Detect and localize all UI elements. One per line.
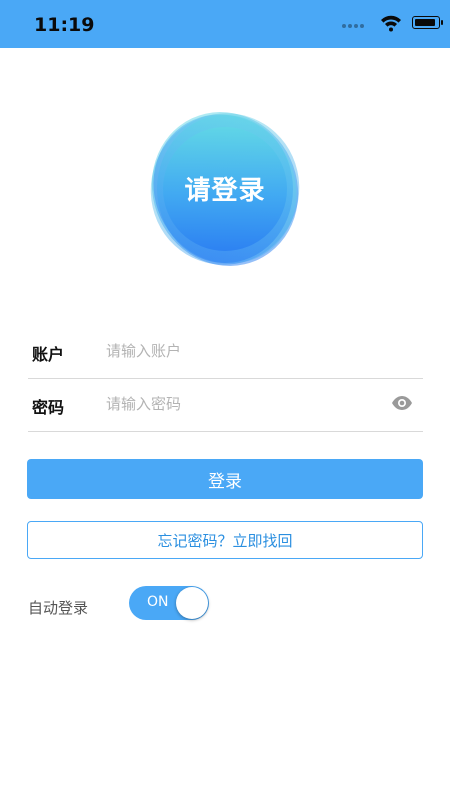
account-label: 账户 xyxy=(32,345,65,364)
login-logo: 请登录 xyxy=(144,106,306,272)
account-input[interactable] xyxy=(106,337,376,365)
wifi-icon xyxy=(381,15,401,32)
status-bar: 11:19 xyxy=(0,0,450,48)
toggle-knob[interactable] xyxy=(176,587,208,619)
logo-title: 请登录 xyxy=(184,176,266,206)
account-row: 账户 xyxy=(28,325,423,379)
battery-icon xyxy=(412,16,443,29)
toggle-state-text: ON xyxy=(147,594,169,610)
login-button[interactable]: 登录 xyxy=(27,459,423,499)
auto-login-toggle[interactable]: ON xyxy=(129,586,209,620)
status-time: 11:19 xyxy=(34,14,95,36)
password-label: 密码 xyxy=(32,398,65,417)
auto-login-label: 自动登录 xyxy=(28,599,89,617)
forgot-password-button[interactable]: 忘记密码？立即找回 xyxy=(27,521,423,559)
signal-icon xyxy=(342,24,366,30)
password-row: 密码 xyxy=(28,378,423,432)
battery-level xyxy=(414,18,435,26)
password-input[interactable] xyxy=(106,390,376,418)
eye-icon[interactable] xyxy=(391,395,413,411)
